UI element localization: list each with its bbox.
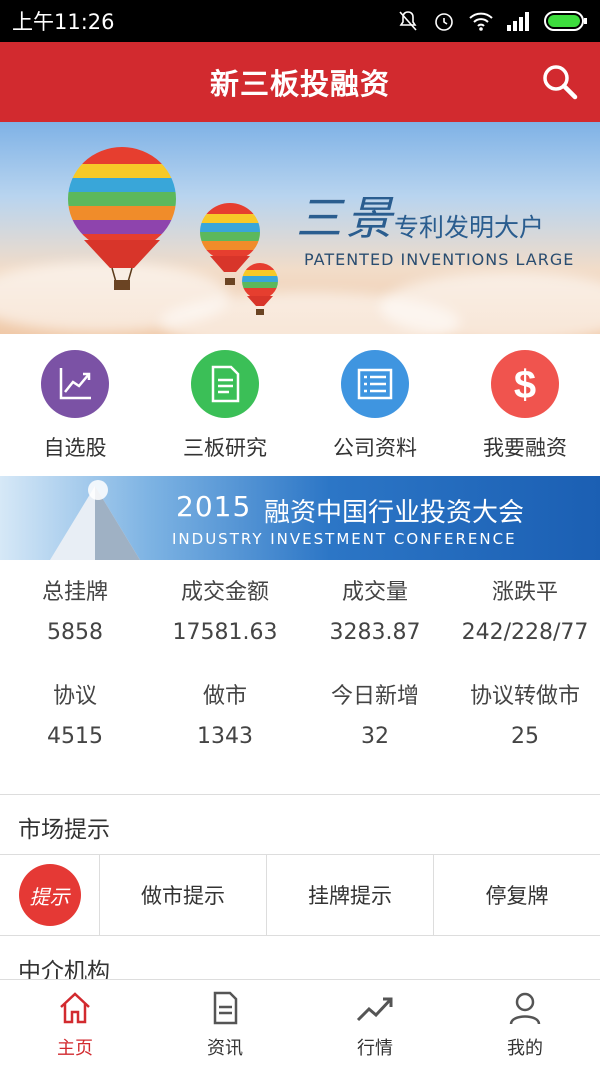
hint-suspension[interactable]: 停复牌 <box>434 855 600 935</box>
stat-agreement[interactable]: 协议 4515 <box>0 678 150 782</box>
status-bar: 上午11:26 <box>0 0 600 42</box>
stat-label: 协议转做市 <box>469 684 580 709</box>
mute-icon <box>396 9 420 33</box>
alarm-icon <box>432 9 456 33</box>
hint-market-making[interactable]: 做市提示 <box>100 855 267 935</box>
svg-text:$: $ <box>514 363 536 406</box>
stat-label: 成交量 <box>341 580 408 605</box>
tab-news[interactable]: 资讯 <box>150 980 300 1067</box>
quick-link-label: 自选股 <box>43 436 107 460</box>
hint-badge-cell: 提示 <box>0 855 100 935</box>
promo-banner-patents[interactable]: 三景 专利发明大户 PATENTED INVENTIONS LARGE <box>0 122 600 334</box>
quick-link-financing[interactable]: $ 我要融资 <box>450 334 600 476</box>
stat-value: 1343 <box>197 724 253 749</box>
stat-value: 32 <box>361 724 389 749</box>
stat-value: 242/228/77 <box>461 620 589 645</box>
tab-profile[interactable]: 我的 <box>450 980 600 1067</box>
chart-trend-icon <box>41 350 109 418</box>
divider <box>0 794 600 795</box>
document-icon <box>191 350 259 418</box>
hint-badge: 提示 <box>18 864 81 926</box>
quick-link-company-info[interactable]: 公司资料 <box>300 334 450 476</box>
market-stats: 总挂牌 5858 成交金额 17581.63 成交量 3283.87 涨跌平 2… <box>0 560 600 794</box>
quick-links: 自选股 三板研究 公司资料 $ 我要融资 <box>0 334 600 476</box>
tab-label: 我的 <box>507 1038 543 1059</box>
stat-volume[interactable]: 成交量 3283.87 <box>300 574 450 678</box>
banner-brand-logo: 三景 <box>296 191 396 245</box>
stat-label: 涨跌平 <box>491 580 558 605</box>
stat-up-down-flat[interactable]: 涨跌平 242/228/77 <box>450 574 600 678</box>
banner-tagline-cn: 专利发明大户 <box>394 213 545 242</box>
trend-icon <box>355 990 395 1030</box>
user-icon <box>507 990 543 1030</box>
conference-title-cn: 融资中国行业投资大会 <box>264 498 525 528</box>
stat-total-listed[interactable]: 总挂牌 5858 <box>0 574 150 678</box>
tab-label: 资讯 <box>207 1038 243 1059</box>
home-icon <box>57 990 93 1030</box>
app-header: 新三板投融资 <box>0 42 600 122</box>
stat-label: 成交金额 <box>180 580 269 605</box>
stat-turnover[interactable]: 成交金额 17581.63 <box>150 574 300 678</box>
quick-link-label: 公司资料 <box>333 436 417 460</box>
tab-label: 主页 <box>57 1038 93 1059</box>
dollar-icon: $ <box>491 350 559 418</box>
stat-market-making[interactable]: 做市 1343 <box>150 678 300 782</box>
list-icon <box>341 350 409 418</box>
stat-value: 3283.87 <box>329 620 421 645</box>
conference-title-en: INDUSTRY INVESTMENT CONFERENCE <box>172 530 517 548</box>
tab-market[interactable]: 行情 <box>300 980 450 1067</box>
signal-icon <box>506 11 532 31</box>
stat-value: 25 <box>511 724 539 749</box>
pyramid-logo-icon <box>40 480 150 560</box>
search-icon[interactable] <box>540 62 580 102</box>
news-icon <box>207 990 243 1030</box>
stat-value: 4515 <box>47 724 103 749</box>
hot-air-balloon-small-icon <box>240 262 280 322</box>
hot-air-balloon-large-icon <box>64 144 180 298</box>
stat-value: 5858 <box>47 620 103 645</box>
stat-label: 总挂牌 <box>41 580 108 605</box>
battery-icon <box>544 10 588 32</box>
section-title-market-hints: 市场提示 <box>18 817 110 843</box>
stat-value: 17581.63 <box>172 620 278 645</box>
quick-link-watchlist[interactable]: 自选股 <box>0 334 150 476</box>
quick-link-research[interactable]: 三板研究 <box>150 334 300 476</box>
banner-tagline-en: PATENTED INVENTIONS LARGE <box>304 250 575 269</box>
quick-link-label: 三板研究 <box>183 436 267 460</box>
market-hints: 提示 做市提示 挂牌提示 停复牌 <box>0 854 600 936</box>
status-time: 上午11:26 <box>12 10 115 34</box>
tab-home[interactable]: 主页 <box>0 980 150 1067</box>
tab-label: 行情 <box>357 1038 393 1059</box>
page-title: 新三板投融资 <box>209 67 390 101</box>
stat-label: 协议 <box>52 684 97 709</box>
bottom-nav: 主页 资讯 行情 我的 <box>0 979 600 1067</box>
conference-year: 2015 <box>176 490 252 523</box>
stat-label: 今日新增 <box>330 684 419 709</box>
quick-link-label: 我要融资 <box>483 436 567 460</box>
hint-listing[interactable]: 挂牌提示 <box>267 855 434 935</box>
stat-agreement-to-market-making[interactable]: 协议转做市 25 <box>450 678 600 782</box>
stat-new-today[interactable]: 今日新增 32 <box>300 678 450 782</box>
stat-label: 做市 <box>202 684 247 709</box>
wifi-icon <box>468 10 494 32</box>
promo-banner-conference[interactable]: 2015 融资中国行业投资大会 INDUSTRY INVESTMENT CONF… <box>0 476 600 560</box>
